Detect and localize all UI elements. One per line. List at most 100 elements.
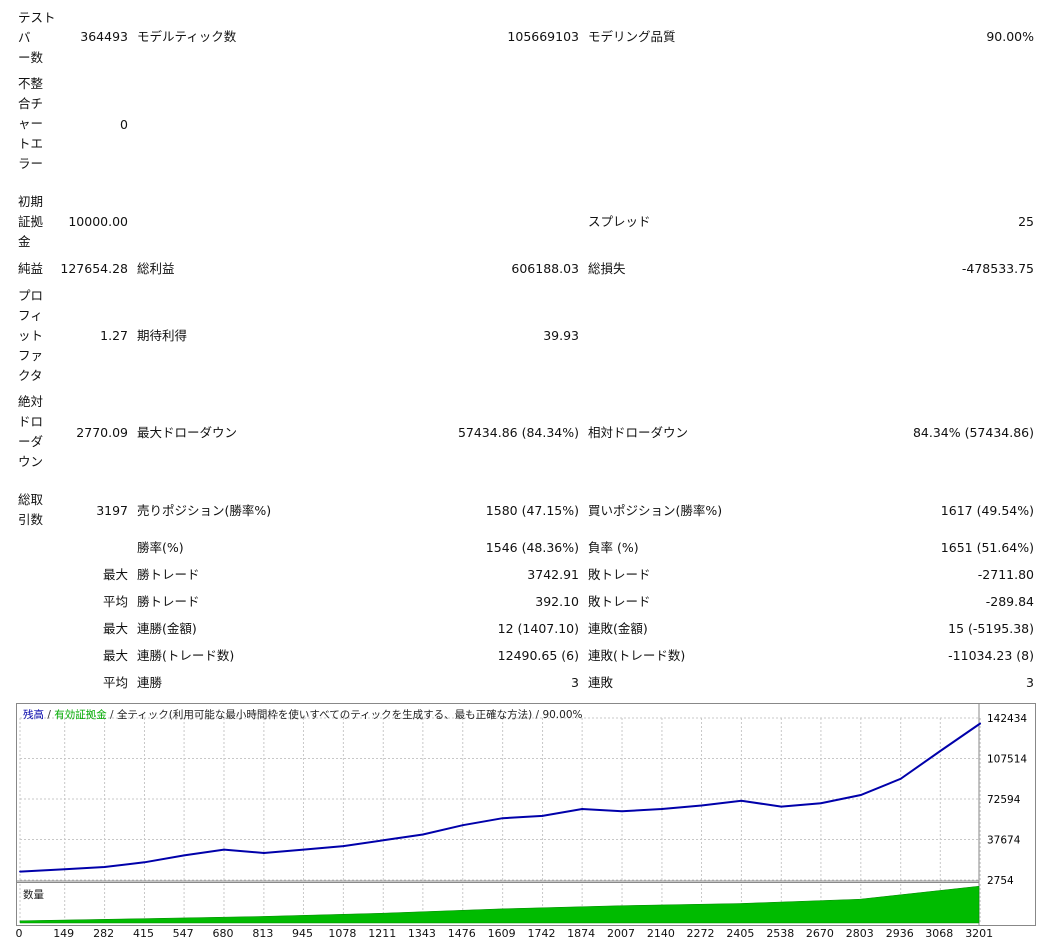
- balance-line: [19, 722, 981, 873]
- x-tick-label: 2803: [845, 927, 874, 940]
- x-tick-label: 2272: [686, 927, 715, 940]
- x-tick-label: 3068: [925, 927, 954, 940]
- balance-point: [103, 866, 106, 868]
- max-consec-loss-amount-value: 15 (-5195.38): [948, 621, 1034, 636]
- balance-point: [342, 845, 345, 847]
- x-tick-label: 1874: [567, 927, 596, 940]
- x-tick-label: 149: [53, 927, 75, 940]
- quality-label: モデリング品質: [588, 29, 676, 44]
- deposit-value: 10000.00: [68, 214, 128, 229]
- max-loss-trade-value: -2711.80: [977, 567, 1034, 582]
- legend-sep: /: [532, 709, 542, 721]
- x-tick-label: 547: [172, 927, 194, 940]
- deposit-label: 初期 証拠金: [18, 194, 44, 249]
- avg-consec-loss-value: 3: [1026, 675, 1034, 690]
- gross-loss-label: 総損失: [588, 261, 626, 276]
- avg-trade-prefix: 平均: [102, 594, 128, 609]
- loss-rate-label: 負率 (%): [588, 540, 639, 555]
- x-tick-label: 1343: [407, 927, 436, 940]
- avg-win-trade-value: 392.10: [535, 594, 579, 609]
- spread-value: 25: [1018, 214, 1034, 229]
- avg-consec-win-label: 連勝: [137, 675, 163, 690]
- balance-point: [979, 722, 982, 725]
- ticks-label: モデルティック数: [137, 29, 237, 44]
- y-tick-label: 2754: [987, 875, 1014, 887]
- balance-point: [621, 810, 623, 813]
- bars-value: 364493: [80, 29, 128, 44]
- avg-consec-prefix: 平均: [102, 675, 128, 690]
- max-consec-loss-amount-label: 連敗(金額): [588, 621, 648, 636]
- max-dd-value: 57434.86 (84.34%): [457, 425, 579, 440]
- balance-point: [143, 861, 146, 864]
- net-profit-value: 127654.28: [60, 261, 128, 276]
- net-profit-label: 純益: [18, 261, 44, 276]
- mismatch-value: 0: [120, 117, 128, 132]
- gross-loss-value: -478533.75: [961, 261, 1034, 276]
- x-tick-label: 680: [212, 927, 234, 940]
- x-tick-label: 1211: [368, 927, 397, 940]
- balance-point: [541, 815, 544, 817]
- expected-label: 期待利得: [137, 328, 188, 343]
- x-tick-label: 2140: [646, 927, 675, 940]
- long-pos-label: 買いポジション(勝率%): [588, 503, 723, 518]
- x-tick-label: 1078: [328, 927, 357, 940]
- balance-point: [740, 799, 743, 802]
- gross-profit-value: 606188.03: [511, 261, 579, 276]
- mismatch-label: 不整 合チ ャー トエ ラー: [18, 76, 44, 171]
- y-tick-label: 72594: [987, 794, 1021, 806]
- avg-win-trade-label: 勝トレード: [137, 594, 200, 609]
- total-trades-label: 総取 引数: [18, 492, 44, 527]
- avg-loss-trade-value: -289.84: [985, 594, 1034, 609]
- y-tick-label: 37674: [987, 835, 1021, 847]
- x-tick-label: 2936: [885, 927, 914, 940]
- x-tick-label: 415: [132, 927, 154, 940]
- balance-point: [382, 839, 385, 842]
- max-dd-label: 最大ドローダウン: [137, 425, 238, 440]
- quality-value: 90.00%: [986, 29, 1034, 44]
- max-consec-trades-prefix: 最大: [102, 648, 128, 663]
- profit-factor-value: 1.27: [100, 328, 128, 343]
- balance-point: [501, 817, 504, 820]
- x-tick-label: 2007: [607, 927, 636, 940]
- volume-series: [19, 885, 980, 924]
- long-pos-value: 1617 (49.54%): [940, 503, 1034, 518]
- balance-point: [421, 833, 424, 836]
- max-win-trade-label: 勝トレード: [137, 567, 200, 582]
- loss-rate-value: 1651 (51.64%): [940, 540, 1034, 555]
- legend-sep: /: [107, 709, 117, 721]
- balance-point: [302, 848, 305, 851]
- x-tick-label: 0: [15, 927, 23, 940]
- avg-consec-win-value: 3: [571, 675, 579, 690]
- legend-sep: /: [44, 709, 54, 721]
- balance-point: [223, 848, 225, 851]
- x-tick-label: 2538: [766, 927, 795, 940]
- x-tick-label: 282: [93, 927, 115, 940]
- x-tick-label: 1476: [447, 927, 476, 940]
- x-tick-label: 2405: [726, 927, 755, 940]
- volume-label: 数量: [23, 888, 44, 901]
- max-consec-amount-prefix: 最大: [102, 621, 128, 636]
- win-rate-label: 勝率(%): [137, 540, 184, 555]
- balance-point: [581, 808, 584, 810]
- x-tick-label: 3201: [965, 927, 994, 940]
- x-tick-label: 813: [252, 927, 274, 940]
- legend-model: 全ティック(利用可能な最小時間枠を使いすべてのティックを生成する、最も正確な方法…: [117, 708, 532, 721]
- balance-point: [183, 854, 185, 857]
- avg-consec-loss-label: 連敗: [588, 675, 614, 690]
- bars-label: テストバー数: [18, 10, 56, 65]
- total-trades-value: 3197: [96, 503, 128, 518]
- rel-dd-label: 相対ドローダウン: [588, 425, 689, 440]
- chart-axis: 142434 107514 72594 37674 2754: [17, 704, 1027, 925]
- chart-series: [19, 722, 982, 873]
- profit-factor-label: プロ フィ ット ファ クタ: [18, 288, 44, 383]
- balance-point: [899, 777, 902, 780]
- expected-value: 39.93: [543, 328, 579, 343]
- max-consec-win-trades-value: 12490.65 (6): [497, 648, 579, 663]
- abs-dd-value: 2770.09: [76, 425, 128, 440]
- balance-chart: 142434 107514 72594 37674 2754 残高 / 有効証拠金 / …: [16, 703, 1036, 926]
- x-tick-label: 1742: [527, 927, 556, 940]
- rel-dd-value: 84.34% (57434.86): [912, 425, 1034, 440]
- max-consec-win-trades-label: 連勝(トレード数): [137, 648, 235, 663]
- legend-equity: 有効証拠金: [54, 708, 107, 721]
- chart-grid: [19, 717, 981, 923]
